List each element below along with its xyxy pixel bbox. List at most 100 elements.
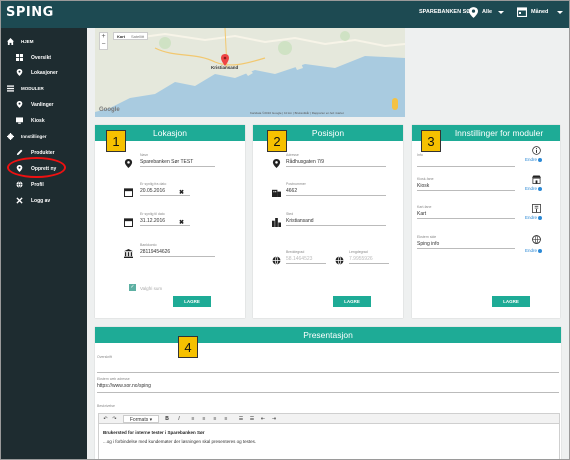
city-icon bbox=[272, 218, 281, 227]
organization-name: SPAREBANKEN SØR bbox=[419, 9, 475, 15]
map-type-map-button[interactable]: Kart bbox=[114, 34, 128, 39]
map-type-control: Kart Satellitt bbox=[113, 32, 149, 40]
edit-external-link[interactable]: Endre bbox=[525, 248, 543, 253]
info-field[interactable]: Info bbox=[417, 153, 515, 167]
city-field[interactable]: Sted Kristiansand bbox=[286, 212, 386, 226]
globe-icon bbox=[532, 235, 541, 244]
latitude-field[interactable]: Breddegrad 58.1464523 bbox=[286, 250, 326, 264]
redo-icon[interactable]: ↷ bbox=[111, 415, 118, 423]
posisjon-card: Posisjon 2 Adresse Rådhusgaten 7/9 Postn… bbox=[253, 125, 403, 318]
clear-date-icon[interactable]: ✖ bbox=[179, 219, 184, 226]
description-label-wrap: Beskrivelse bbox=[97, 404, 197, 410]
heading-value[interactable] bbox=[97, 361, 559, 373]
optional-sum-label: Valgfri sum bbox=[140, 286, 163, 291]
globe-icon bbox=[272, 256, 281, 265]
address-value[interactable]: Rådhusgaten 7/9 bbox=[286, 159, 386, 167]
sidebar-section-innstillinger[interactable]: Innstillinger bbox=[1, 131, 87, 143]
align-left-icon[interactable]: ≡ bbox=[189, 415, 197, 423]
web-address-field[interactable]: Ekstern web adresse https://www.sor.no/s… bbox=[97, 377, 559, 393]
map-pin-icon bbox=[124, 159, 133, 168]
indent-icon[interactable]: ⇥ bbox=[270, 415, 278, 423]
description-label: Beskrivelse bbox=[97, 404, 115, 408]
zoom-out-button[interactable]: − bbox=[100, 41, 107, 49]
kiosk-tab-value[interactable]: Kiosk bbox=[417, 183, 515, 191]
chevron-down-icon[interactable] bbox=[557, 11, 563, 14]
formats-dropdown[interactable]: Formats ▾ bbox=[123, 415, 159, 423]
bold-button[interactable]: B bbox=[163, 415, 171, 423]
description-editor[interactable]: Brukersted for interne tester i Spareban… bbox=[98, 424, 560, 459]
sidebar-item-kiosk[interactable]: Kiosk bbox=[1, 115, 87, 127]
sidebar-item-oversikt[interactable]: Oversikt bbox=[1, 52, 87, 64]
save-button[interactable]: LAGRE bbox=[492, 296, 530, 307]
map-type-satellite-button[interactable]: Satellitt bbox=[128, 34, 147, 39]
longitude-field[interactable]: Lengdegrad 7.9955926 bbox=[349, 250, 389, 264]
map-pin-icon bbox=[272, 159, 281, 168]
numbered-list-icon[interactable]: ☰ bbox=[248, 415, 256, 423]
kiosk-tab-field[interactable]: Kiosk-fane Kiosk bbox=[417, 177, 515, 191]
close-icon bbox=[16, 197, 23, 204]
sidebar-item-lokasjoner[interactable]: Lokasjoner bbox=[1, 67, 87, 79]
map-book-icon bbox=[532, 204, 541, 213]
bank-account-field[interactable]: Bankkonto 28119454626 bbox=[140, 243, 215, 257]
save-button[interactable]: LAGRE bbox=[333, 296, 371, 307]
outdent-icon[interactable]: ⇤ bbox=[259, 415, 267, 423]
sidebar-item-logg-av[interactable]: Logg av bbox=[1, 195, 87, 207]
map-attribution[interactable]: Kartdata ©2016 Google | 10 km | Bruksvil… bbox=[250, 111, 344, 115]
bullet-list-icon[interactable]: ☰ bbox=[237, 415, 245, 423]
address-field[interactable]: Adresse Rådhusgaten 7/9 bbox=[286, 153, 386, 167]
map-pin-icon bbox=[469, 7, 478, 18]
info-icon bbox=[532, 146, 541, 155]
sidebar-section-home[interactable]: HJEM bbox=[1, 36, 87, 48]
sidebar-item-label: Oversikt bbox=[31, 55, 52, 61]
period-filter[interactable]: Måned bbox=[531, 9, 548, 15]
italic-button[interactable]: I bbox=[175, 415, 183, 423]
sidebar-item-label: MODULER bbox=[21, 86, 44, 91]
lokasjon-card: Lokasjon 1 Navn Sparebanken Sør TEST Er … bbox=[95, 125, 245, 318]
calendar-icon bbox=[124, 218, 133, 227]
map-tab-field[interactable]: Kart-fane Kart bbox=[417, 205, 515, 219]
edit-icon bbox=[538, 157, 543, 162]
optional-sum-checkbox[interactable]: ✓ bbox=[129, 284, 136, 291]
name-value[interactable]: Sparebanken Sør TEST bbox=[140, 159, 215, 167]
location-filter[interactable]: Alle bbox=[482, 9, 492, 15]
top-bar: SPING SPAREBANKEN SØR Alle Måned bbox=[1, 1, 569, 28]
bank-account-value[interactable]: 28119454626 bbox=[140, 249, 215, 257]
presentasjon-title: Presentasjon bbox=[95, 327, 561, 343]
bank-icon bbox=[124, 249, 133, 258]
align-right-icon[interactable]: ≡ bbox=[211, 415, 219, 423]
edit-map-link[interactable]: Endre bbox=[525, 215, 543, 220]
sidebar-item-profil[interactable]: Profil bbox=[1, 179, 87, 191]
chevron-down-icon[interactable] bbox=[498, 11, 504, 14]
zoom-in-button[interactable]: + bbox=[100, 33, 107, 41]
name-field[interactable]: Navn Sparebanken Sør TEST bbox=[140, 153, 215, 167]
heading-field[interactable]: Overskrift bbox=[97, 355, 559, 373]
map-tab-value[interactable]: Kart bbox=[417, 211, 515, 219]
sidebar-section-moduler[interactable]: MODULER bbox=[1, 83, 87, 95]
clear-date-icon[interactable]: ✖ bbox=[179, 189, 184, 196]
building-icon bbox=[272, 189, 281, 197]
info-value[interactable] bbox=[417, 159, 515, 167]
sidebar-item-vanlinger[interactable]: Vanlinger bbox=[1, 99, 87, 111]
latitude-value[interactable]: 58.1464523 bbox=[286, 256, 326, 264]
align-center-icon[interactable]: ≡ bbox=[200, 415, 208, 423]
longitude-value[interactable]: 7.9955926 bbox=[349, 256, 389, 264]
pencil-icon bbox=[16, 149, 23, 156]
edit-kiosk-link[interactable]: Endre bbox=[525, 186, 543, 191]
calendar-icon bbox=[517, 7, 527, 17]
external-page-field[interactable]: Ekstern side Sping info bbox=[417, 235, 515, 249]
edit-info-link[interactable]: Endre bbox=[525, 157, 543, 162]
align-justify-icon[interactable]: ≡ bbox=[222, 415, 230, 423]
street-view-pegman-icon[interactable] bbox=[392, 98, 398, 110]
web-address-value[interactable]: https://www.sor.no/sping bbox=[97, 383, 559, 393]
editor-toolbar: ↶ ↷ Formats ▾ B I ≡ ≡ ≡ ≡ ☰ ☰ ⇤ ⇥ bbox=[98, 413, 560, 424]
external-page-value[interactable]: Sping info bbox=[417, 241, 515, 249]
app-logo[interactable]: SPING bbox=[6, 5, 54, 20]
undo-icon[interactable]: ↶ bbox=[102, 415, 109, 423]
save-button[interactable]: LAGRE bbox=[173, 296, 211, 307]
zip-value[interactable]: 4662 bbox=[286, 188, 386, 196]
location-map[interactable]: + − Kart Satellitt Kristiansand Google Ka… bbox=[95, 28, 405, 117]
app-window: SPING SPAREBANKEN SØR Alle Måned HJEM Ov… bbox=[0, 0, 570, 460]
zip-field[interactable]: Postnummer 4662 bbox=[286, 182, 386, 196]
city-value[interactable]: Kristiansand bbox=[286, 218, 386, 226]
map-pin-icon bbox=[16, 69, 23, 76]
